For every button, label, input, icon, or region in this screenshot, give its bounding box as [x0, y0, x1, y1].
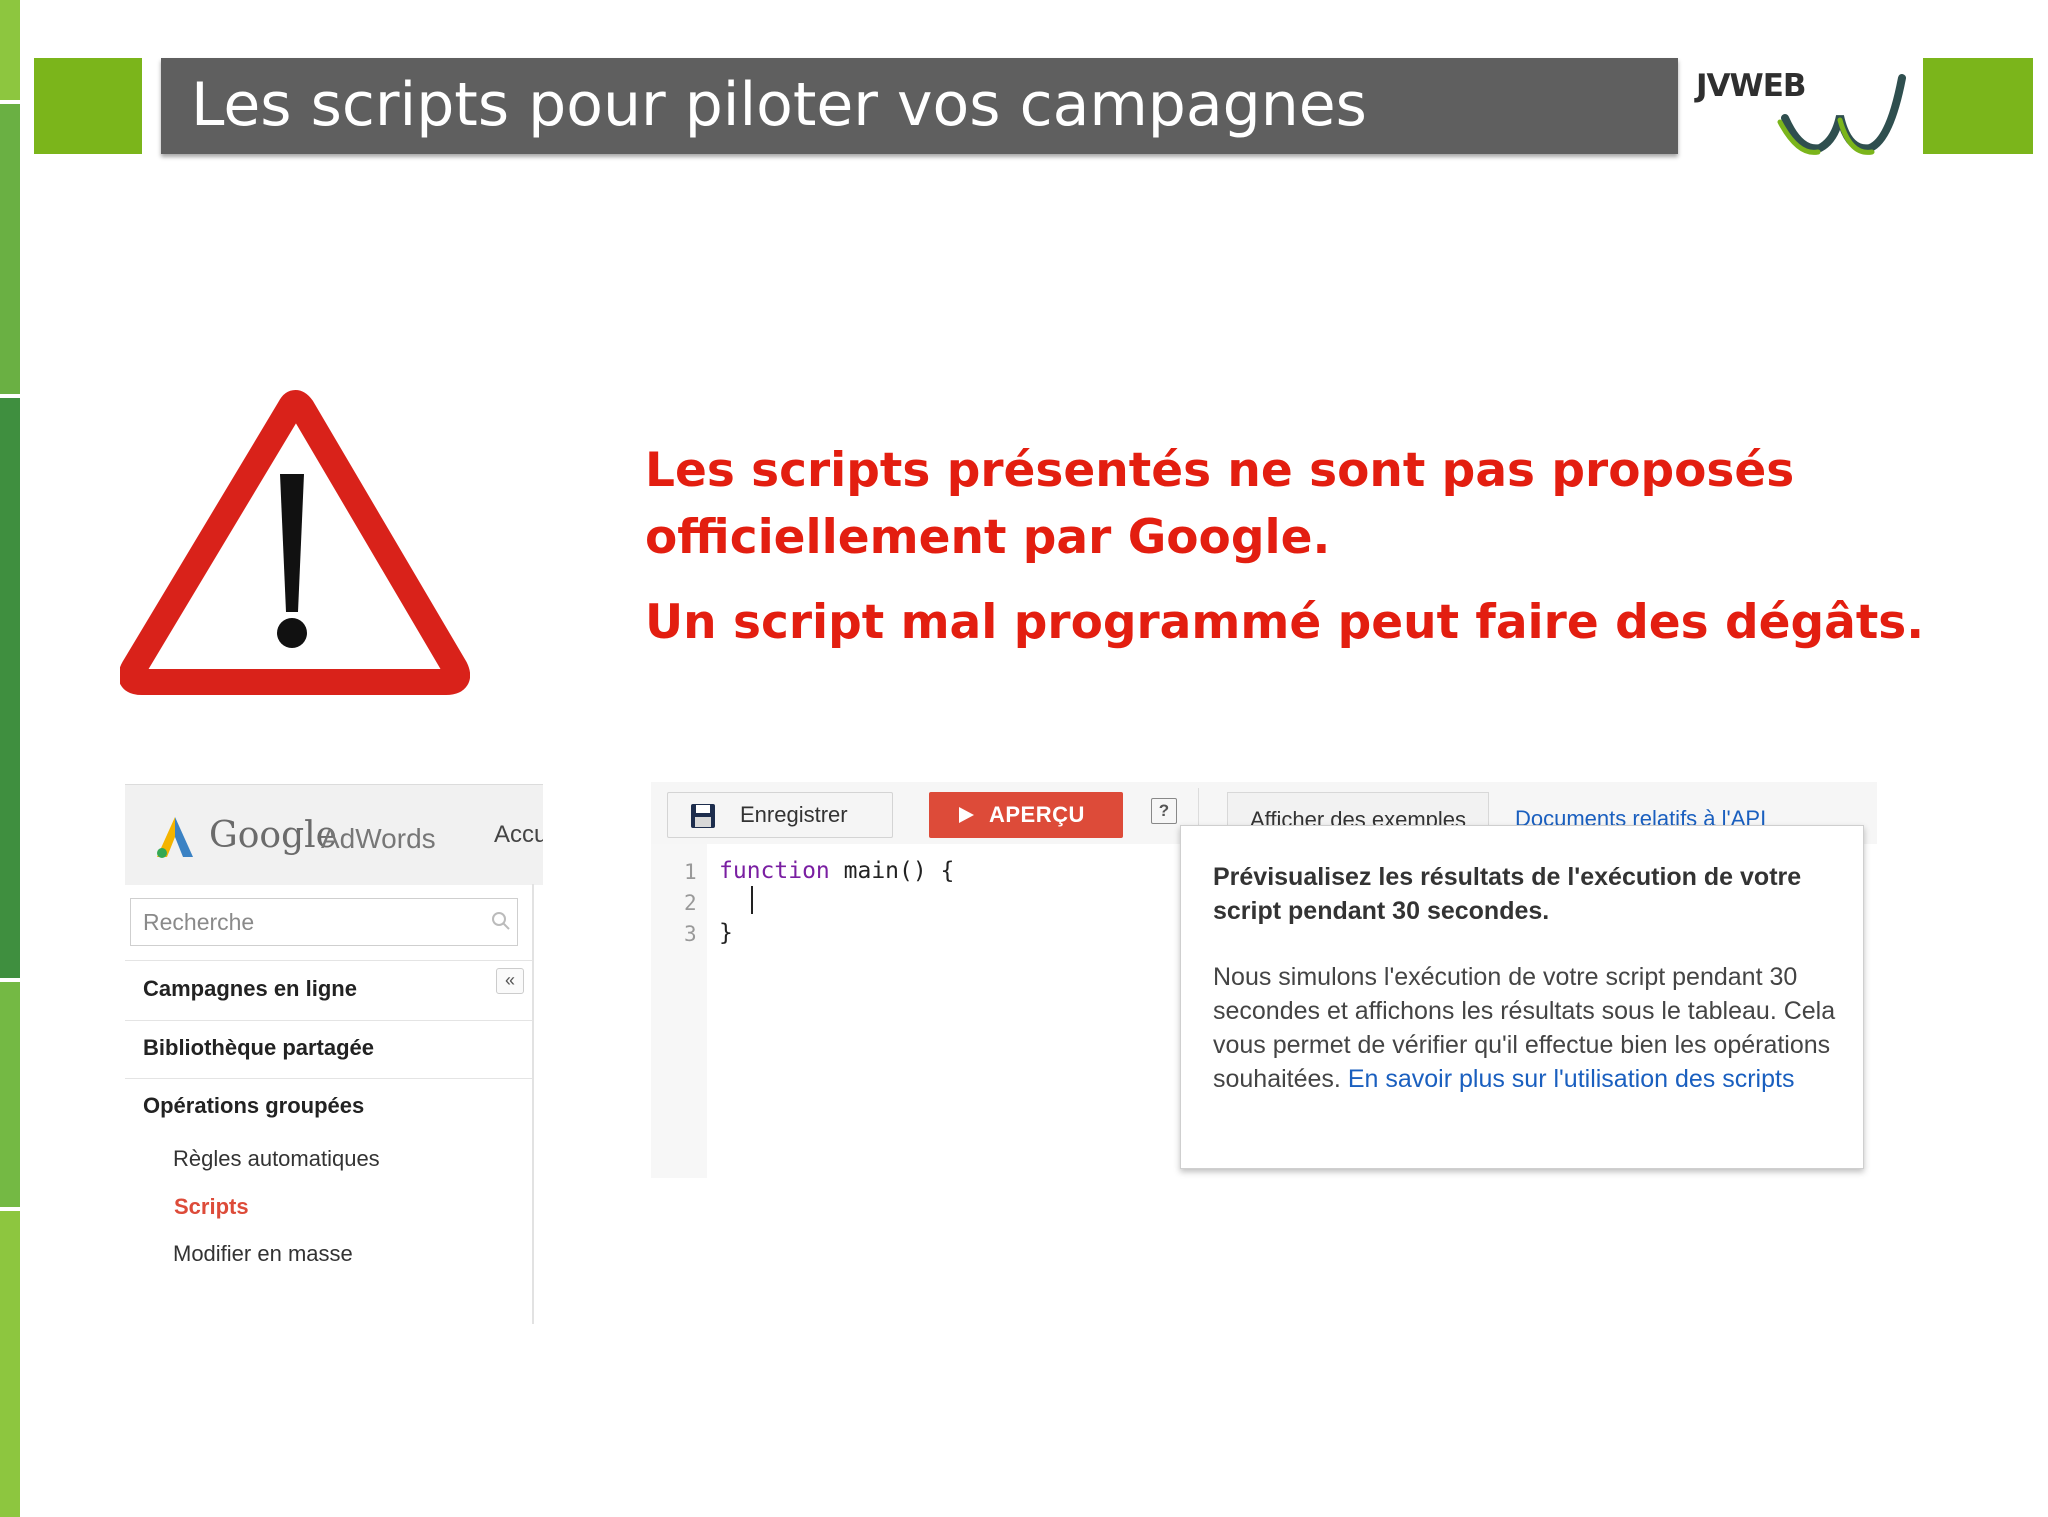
divider: [125, 1020, 532, 1021]
warning-line-2: officiellement par Google.: [645, 510, 1331, 565]
sidebar-subitem-scripts[interactable]: Scripts: [174, 1194, 249, 1220]
text-cursor: [751, 886, 753, 914]
preview-label: APERÇU: [989, 802, 1085, 827]
code-line-1[interactable]: function main() {: [719, 858, 954, 884]
adwords-logo-icon: [157, 817, 193, 858]
tooltip-title: Prévisualisez les résultats de l'exécuti…: [1213, 863, 1802, 925]
line-number: 2: [684, 891, 697, 915]
adwords-brand: AdWords: [321, 823, 436, 854]
code-text: }: [719, 920, 733, 946]
search-placeholder: Recherche: [143, 909, 255, 935]
header-tab-partial[interactable]: Accu: [494, 821, 543, 849]
edge-stripe: [0, 0, 20, 100]
accent-square-left: [34, 58, 142, 154]
sidebar-item-campagnes[interactable]: Campagnes en ligne: [143, 976, 357, 1002]
divider: [125, 960, 532, 961]
save-button[interactable]: Enregistrer: [667, 792, 893, 838]
search-input[interactable]: Recherche: [130, 898, 518, 946]
sidebar-item-operations[interactable]: Opérations groupées: [143, 1093, 364, 1119]
line-number: 3: [684, 922, 697, 946]
line-number-gutter: [651, 844, 707, 1178]
code-line-3[interactable]: }: [719, 920, 733, 946]
help-button[interactable]: ?: [1151, 798, 1177, 824]
tooltip-body: Nous simulons l'exécution de votre scrip…: [1213, 960, 1843, 1096]
edge-stripe: [0, 982, 20, 1207]
edge-stripe: [0, 398, 20, 978]
warning-line-3: Un script mal programmé peut faire des d…: [645, 595, 1925, 650]
line-number: 1: [684, 860, 697, 884]
learn-more-link[interactable]: En savoir plus sur l'utilisation des scr…: [1348, 1065, 1795, 1093]
save-label: Enregistrer: [740, 802, 848, 827]
edge-stripe: [0, 104, 20, 394]
title-bar: Les scripts pour piloter vos campagnes: [161, 58, 1678, 154]
adwords-sidebar: Google AdWords Accu Recherche « Campagne…: [125, 784, 543, 1324]
sidebar-subitem-modifier[interactable]: Modifier en masse: [173, 1241, 353, 1267]
preview-button[interactable]: APERÇU: [929, 792, 1123, 838]
search-icon[interactable]: [491, 911, 511, 931]
code-text: main() {: [829, 858, 955, 884]
warning-icon: [120, 390, 470, 695]
adwords-header: Google AdWords Accu: [125, 784, 543, 885]
warning-line-1: Les scripts présentés ne sont pas propos…: [645, 443, 1795, 498]
sidebar-subitem-regles[interactable]: Règles automatiques: [173, 1146, 380, 1172]
logo-text: JVWEB: [1696, 68, 1807, 104]
collapse-sidebar-button[interactable]: «: [496, 968, 524, 994]
edge-stripe: [0, 1211, 20, 1517]
slide-title: Les scripts pour piloter vos campagnes: [191, 70, 1367, 140]
code-keyword: function: [719, 858, 830, 884]
google-brand: Google: [209, 815, 337, 856]
sidebar-item-bibliotheque[interactable]: Bibliothèque partagée: [143, 1035, 374, 1061]
divider: [125, 1078, 532, 1079]
jvweb-logo: JVWEB: [1690, 60, 1920, 160]
play-icon: [959, 807, 974, 823]
preview-tooltip: Prévisualisez les résultats de l'exécuti…: [1180, 825, 1864, 1169]
floppy-disk-icon: [691, 804, 715, 828]
accent-square-right: [1923, 58, 2033, 154]
sidebar-divider: [532, 884, 534, 1324]
